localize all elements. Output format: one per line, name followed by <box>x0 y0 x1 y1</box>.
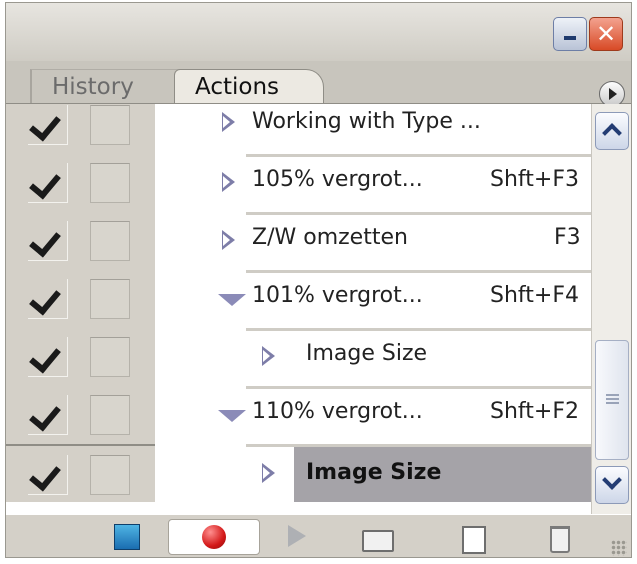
new-action-icon[interactable] <box>448 520 500 554</box>
checkmark-icon <box>29 340 61 374</box>
action-label: 105% vergrot... <box>252 167 423 192</box>
close-icon[interactable]: ✕ <box>589 17 623 51</box>
action-shortcut: F3 <box>554 225 581 250</box>
scroll-up-icon[interactable] <box>595 112 629 150</box>
toggle-item-checkbox[interactable] <box>28 163 68 203</box>
toggle-item-checkbox[interactable] <box>28 105 68 145</box>
actions-list: Working with Type ... 105% vergrot... Sh… <box>6 104 591 514</box>
toggle-item-checkbox[interactable] <box>28 337 68 377</box>
action-step-label: Image Size <box>306 460 442 485</box>
action-row[interactable]: Working with Type ... <box>6 104 591 154</box>
grip-icon <box>606 394 619 404</box>
checkmark-icon <box>29 458 61 492</box>
checkmark-icon <box>29 224 61 258</box>
action-row[interactable]: 101% vergrot... Shft+F4 <box>6 270 591 328</box>
action-label: Z/W omzetten <box>252 225 408 250</box>
action-shortcut: Shft+F2 <box>490 399 579 424</box>
record-icon[interactable] <box>168 519 260 555</box>
action-label: Working with Type ... <box>252 109 481 134</box>
checkmark-icon <box>29 166 61 200</box>
resize-grip-icon[interactable] <box>611 540 627 556</box>
toggle-dialog-checkbox[interactable] <box>90 455 130 495</box>
minimize-icon[interactable] <box>553 17 587 51</box>
action-label: 110% vergrot... <box>252 399 423 424</box>
toggle-dialog-checkbox[interactable] <box>90 279 130 319</box>
checkmark-icon <box>29 398 61 432</box>
tab-actions[interactable]: Actions <box>174 69 324 103</box>
expand-triangle-icon[interactable] <box>222 112 235 132</box>
collapse-triangle-icon[interactable] <box>218 294 246 306</box>
action-step-row-selected[interactable]: Image Size <box>6 444 591 502</box>
scroll-down-icon[interactable] <box>595 466 629 504</box>
toggle-item-checkbox[interactable] <box>28 221 68 261</box>
expand-triangle-icon[interactable] <box>222 172 235 192</box>
toggle-item-checkbox[interactable] <box>28 455 68 495</box>
action-step-row[interactable]: Image Size <box>6 328 591 386</box>
expand-triangle-icon[interactable] <box>262 463 275 483</box>
toggle-dialog-checkbox[interactable] <box>90 221 130 261</box>
folder-icon[interactable] <box>352 520 404 554</box>
tab-history[interactable]: History <box>30 69 180 103</box>
action-step-label: Image Size <box>306 341 428 366</box>
toggle-dialog-checkbox[interactable] <box>90 395 130 435</box>
collapse-triangle-icon[interactable] <box>218 410 246 422</box>
tab-strip: History Actions <box>6 61 631 107</box>
trash-icon[interactable] <box>534 520 586 554</box>
action-shortcut: Shft+F3 <box>490 167 579 192</box>
panel-titlebar[interactable]: ✕ <box>6 3 631 61</box>
toggle-dialog-checkbox[interactable] <box>90 163 130 203</box>
expand-triangle-icon[interactable] <box>262 346 275 366</box>
checkmark-icon <box>29 282 61 316</box>
expand-triangle-icon[interactable] <box>222 230 235 250</box>
play-icon[interactable] <box>274 520 326 554</box>
stop-icon[interactable] <box>102 520 154 554</box>
toggle-item-checkbox[interactable] <box>28 279 68 319</box>
scrollbar-thumb[interactable] <box>595 340 629 460</box>
actions-toolbar <box>6 514 631 557</box>
checkmark-icon <box>29 108 61 142</box>
action-shortcut: Shft+F4 <box>490 283 579 308</box>
action-row[interactable]: 110% vergrot... Shft+F2 <box>6 386 591 444</box>
toggle-dialog-checkbox[interactable] <box>90 105 130 145</box>
vertical-scrollbar[interactable] <box>591 104 631 514</box>
toggle-dialog-checkbox[interactable] <box>90 337 130 377</box>
toggle-item-checkbox[interactable] <box>28 395 68 435</box>
action-row[interactable]: 105% vergrot... Shft+F3 <box>6 154 591 212</box>
actions-panel: ✕ History Actions Working with Type ... <box>5 2 632 558</box>
action-row[interactable]: Z/W omzetten F3 <box>6 212 591 270</box>
action-label: 101% vergrot... <box>252 283 423 308</box>
